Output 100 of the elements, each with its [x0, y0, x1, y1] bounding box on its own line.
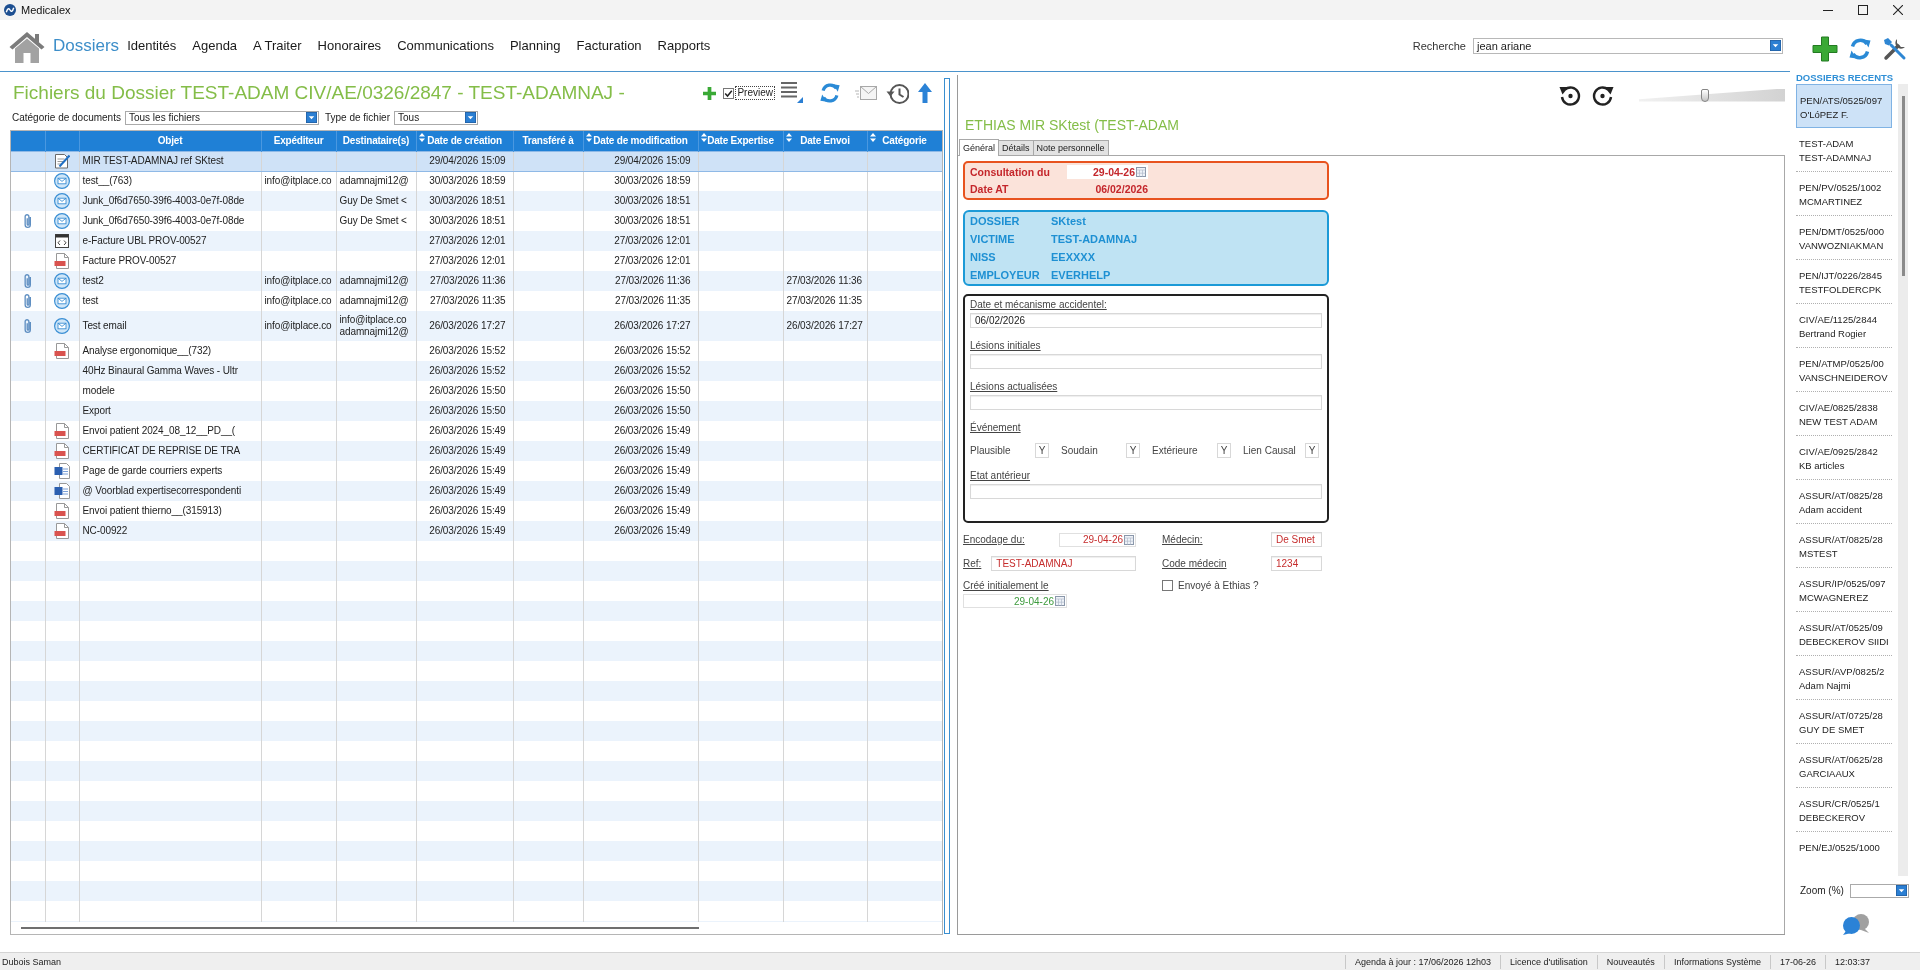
paperclip-icon[interactable]	[23, 318, 32, 334]
table-row[interactable]: Envoi patient 2024_08_12__PD__( 26/03/2026 15:49 26/03/2026 15:49	[11, 421, 942, 441]
refresh-icon[interactable]	[819, 82, 841, 104]
maximize-icon[interactable]	[1858, 5, 1868, 15]
column-header[interactable]: Destinataire(s)	[336, 131, 416, 151]
date-field[interactable]: 29-04-26	[1059, 532, 1136, 547]
table-row[interactable]: Export 26/03/2026 15:50 26/03/2026 15:50	[11, 401, 942, 421]
menu-item[interactable]: Planning	[509, 38, 561, 53]
text-field[interactable]: 06/02/2026	[970, 313, 1322, 328]
scrollbar-thumb[interactable]	[1901, 96, 1905, 276]
zoom-slider[interactable]	[1639, 88, 1785, 102]
column-header[interactable]: Catégorie	[867, 131, 942, 151]
recent-dossier-item[interactable]: ASSUR/IP/0525/097 MCWAGNEREZ	[1796, 568, 1892, 612]
recent-dossier-item[interactable]: ASSUR/AT/0825/28 Adam accident	[1796, 480, 1892, 524]
column-header[interactable]: Objet	[79, 131, 261, 151]
table-row[interactable]: @ Voorblad expertisecorrespondenti 26/03/2026 15:49 26/03/2026 15:49	[11, 481, 942, 501]
menu-item[interactable]: Rapports	[657, 38, 711, 53]
tab[interactable]: Note personnelle	[1032, 140, 1109, 155]
calendar-icon[interactable]	[1124, 534, 1134, 545]
recent-dossier-item[interactable]: ASSUR/AT/0725/28 GUY DE SMET	[1796, 700, 1892, 744]
envelope-icon[interactable]	[855, 85, 877, 101]
scrollbar-track[interactable]	[1898, 84, 1908, 876]
menu-item[interactable]: Facturation	[576, 38, 642, 53]
rotate-right-icon[interactable]	[1592, 84, 1614, 106]
column-header[interactable]: Transféré à	[513, 131, 583, 151]
recent-dossier-item[interactable]: PEN/DMT/0525/000 VANWOZNIAKMAN	[1796, 216, 1892, 260]
add-icon[interactable]	[1812, 36, 1838, 62]
table-row[interactable]: test2 info@itplace.co adamnajmi12@ 27/03/2026 11:36 27/03/2026 11:36 27/03/2026 11:36	[11, 271, 942, 291]
criterion-field[interactable]: Y	[1126, 443, 1140, 458]
paperclip-icon[interactable]	[23, 293, 32, 309]
up-arrow-icon[interactable]	[918, 83, 932, 103]
text-field[interactable]	[970, 395, 1322, 410]
recent-dossier-item[interactable]: ASSUR/CR/0525/1 DEBECKEROV	[1796, 788, 1892, 832]
minimize-icon[interactable]	[1823, 9, 1833, 11]
refresh-icon[interactable]	[1848, 37, 1872, 61]
column-header[interactable]: Expéditeur	[261, 131, 336, 151]
recent-dossier-item[interactable]: ASSUR/AT/0825/28 MSTEST	[1796, 524, 1892, 568]
recent-dossier-item[interactable]: PEN/IJT/0226/2845 TESTFOLDERCPK	[1796, 260, 1892, 304]
table-row[interactable]: CERTIFICAT DE REPRISE DE TRA 26/03/2026 15:49 26/03/2026 15:49	[11, 441, 942, 461]
column-header[interactable]: Date de création	[416, 131, 513, 151]
checkbox-label[interactable]: Preview	[735, 86, 775, 100]
text-field[interactable]: De Smet	[1271, 532, 1322, 547]
table-row[interactable]: Analyse ergonomique__(732) 26/03/2026 15:52 26/03/2026 15:52	[11, 341, 942, 361]
table-row[interactable]: test info@itplace.co adamnajmi12@ 27/03/2026 11:35 27/03/2026 11:35 27/03/2026 11:35	[11, 291, 942, 311]
recent-dossier-item[interactable]: CIV/AE/0925/2842 KB articles	[1796, 436, 1892, 480]
checkbox-label[interactable]: Envoyé à Ethias ?	[1178, 580, 1259, 591]
table-row[interactable]: Junk_0f6d7650-39f6-4003-0e7f-08de Guy De Smet < 30/03/2026 18:51 30/03/2026 18:51	[11, 191, 942, 211]
sort-icon[interactable]	[700, 133, 707, 142]
table-row[interactable]: 40Hz Binaural Gamma Waves - Ultr 26/03/2026 15:52 26/03/2026 15:52	[11, 361, 942, 381]
text-field[interactable]: TEST-ADAMNAJ	[991, 556, 1136, 571]
splitter[interactable]	[944, 78, 950, 934]
sort-icon[interactable]	[785, 133, 792, 142]
table-row[interactable]: Page de garde courriers experts 26/03/2026 15:49 26/03/2026 15:49	[11, 461, 942, 481]
home-icon[interactable]	[9, 30, 45, 63]
close-icon[interactable]	[1893, 5, 1903, 15]
tab[interactable]: Général	[959, 139, 1000, 156]
criterion-field[interactable]: Y	[1217, 443, 1231, 458]
menu-item[interactable]: Agenda	[192, 38, 238, 53]
clock-icon[interactable]	[886, 82, 909, 104]
text-field[interactable]	[970, 354, 1322, 369]
recent-dossier-item[interactable]: ASSUR/AVP/0825/2 Adam Najmi	[1796, 656, 1892, 700]
recent-dossier-item[interactable]: TEST-ADAM TEST-ADAMNAJ	[1796, 128, 1892, 172]
column-header[interactable]: Date Expertise	[698, 131, 783, 151]
table-row[interactable]: test__(763) info@itplace.co adamnajmi12@ 30/03/2026 18:59 30/03/2026 18:59	[11, 171, 942, 191]
recent-dossier-item[interactable]: CIV/AE/1125/2844 Bertrand Rogier	[1796, 304, 1892, 348]
paperclip-icon[interactable]	[23, 273, 32, 289]
caret-icon[interactable]	[305, 112, 317, 123]
checkbox[interactable]	[1162, 580, 1173, 591]
text-field[interactable]: 1234	[1271, 556, 1322, 571]
text-field[interactable]	[970, 484, 1322, 499]
table-row[interactable]: Envoi patient thierno__(315913) 26/03/2026 15:49 26/03/2026 15:49	[11, 501, 942, 521]
list-icon[interactable]	[781, 81, 803, 103]
recent-dossier-item[interactable]: PEN/ATS/0525/097 O'LóPEZ F.	[1796, 84, 1892, 128]
recent-dossier-item[interactable]: PEN/EJ/0525/1000	[1796, 832, 1892, 856]
search-field[interactable]: jean ariane	[1473, 37, 1783, 54]
date-field[interactable]: 29-04-26	[963, 594, 1067, 608]
caret-icon[interactable]	[1895, 885, 1907, 896]
sort-icon[interactable]	[869, 133, 876, 142]
slider-thumb[interactable]	[1700, 88, 1709, 102]
zoom-dropdown[interactable]	[1849, 883, 1909, 898]
chat-icon[interactable]	[1842, 913, 1870, 935]
recent-dossier-item[interactable]: CIV/AE/0825/2838 NEW TEST ADAM	[1796, 392, 1892, 436]
menu-item[interactable]: Honoraires	[317, 38, 382, 53]
dropdown[interactable]: Tous les fichiers	[124, 110, 319, 125]
dropdown[interactable]: Tous	[394, 110, 478, 125]
tab[interactable]: Détails	[998, 140, 1034, 155]
scrollbar-thumb[interactable]	[21, 927, 699, 929]
date-field[interactable]: 29-04-26	[1067, 164, 1148, 179]
column-header[interactable]: Date Envoi	[783, 131, 867, 151]
menu-item[interactable]: Communications	[397, 38, 494, 53]
paperclip-icon[interactable]	[23, 213, 32, 229]
menu-item[interactable]: Identités	[127, 38, 177, 53]
recent-dossier-item[interactable]: PEN/PV/0525/1002 MCMARTINEZ	[1796, 172, 1892, 216]
sort-icon[interactable]	[585, 133, 592, 142]
table-row[interactable]: e-Facture UBL PROV-00527 27/03/2026 12:01 27/03/2026 12:01	[11, 231, 942, 251]
column-header[interactable]: Date de modification	[583, 131, 698, 151]
recent-dossier-item[interactable]: ASSUR/AT/0625/28 GARCIAAUX	[1796, 744, 1892, 788]
table-row[interactable]: modele 26/03/2026 15:50 26/03/2026 15:50	[11, 381, 942, 401]
table-row[interactable]: Junk_0f6d7650-39f6-4003-0e7f-08de Guy De Smet < 30/03/2026 18:51 30/03/2026 18:51	[11, 211, 942, 231]
menu-item[interactable]: A Traiter	[253, 38, 302, 53]
